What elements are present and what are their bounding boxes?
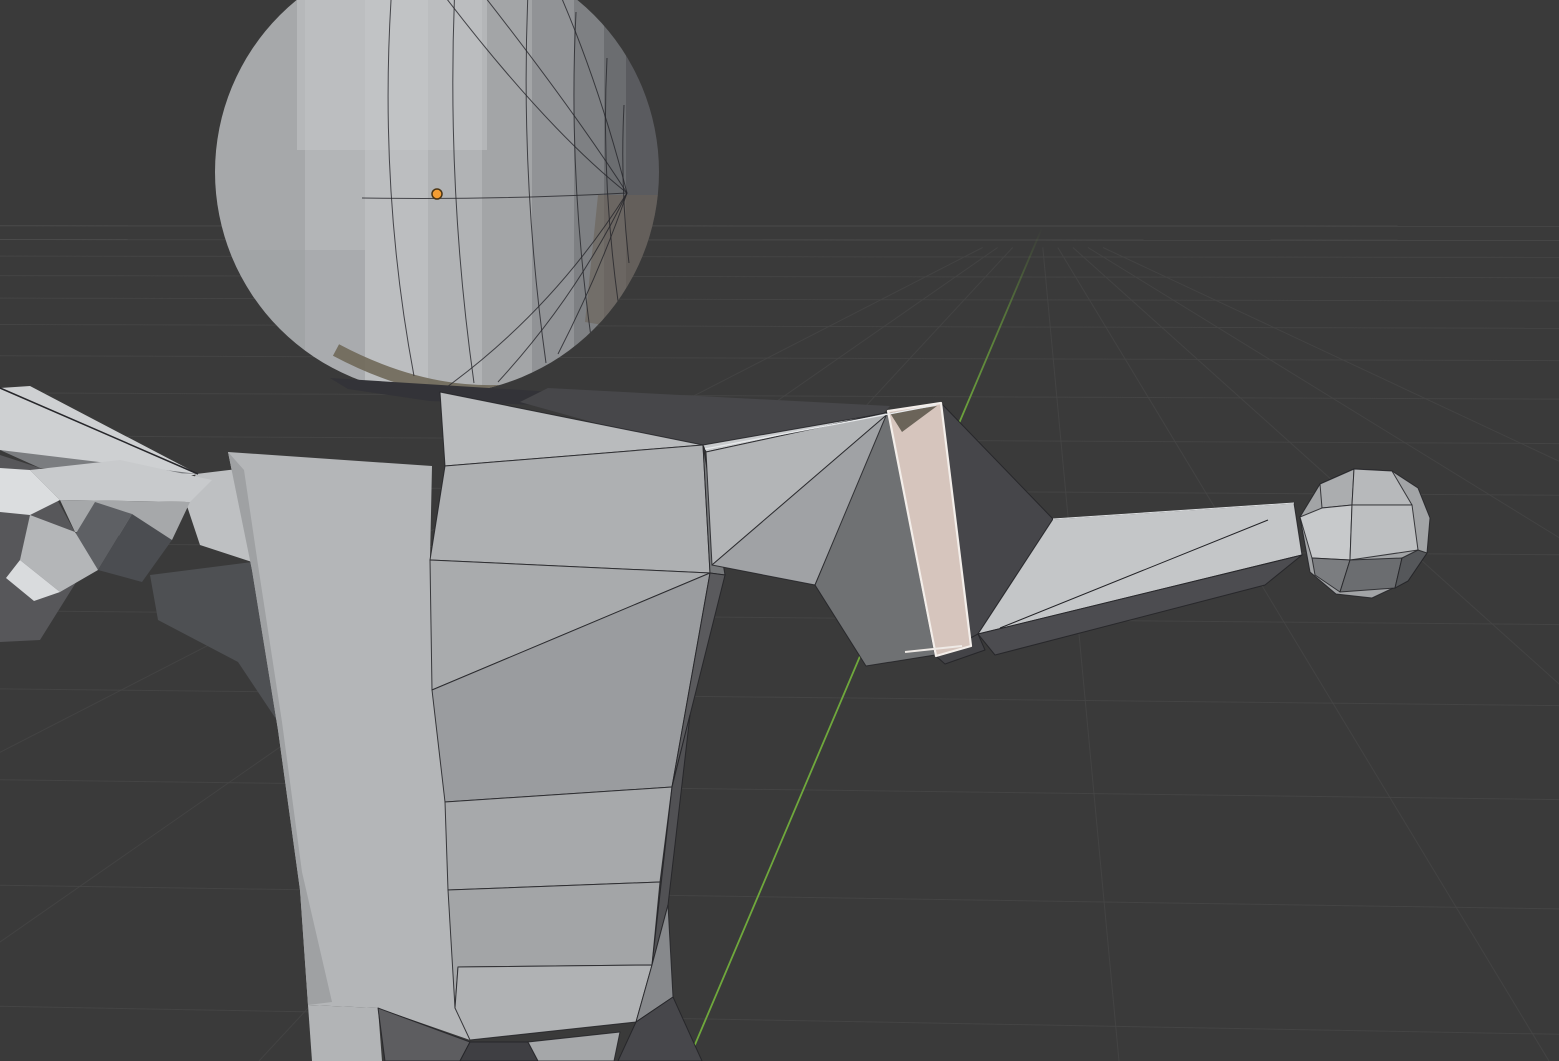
fist-bottom-mid[interactable] [1340, 558, 1402, 592]
head-top-light [297, 0, 487, 150]
object-origin-dot[interactable] [432, 189, 442, 199]
3d-viewport[interactable] [0, 0, 1559, 1061]
left-hip-light[interactable] [308, 1005, 382, 1061]
viewport-canvas[interactable] [0, 0, 1559, 1061]
torso-chest-4[interactable] [445, 787, 672, 890]
hip-dark-mid[interactable] [460, 1042, 538, 1061]
torso-chest-1[interactable] [430, 445, 710, 573]
fist-mid-right[interactable] [1350, 505, 1418, 560]
